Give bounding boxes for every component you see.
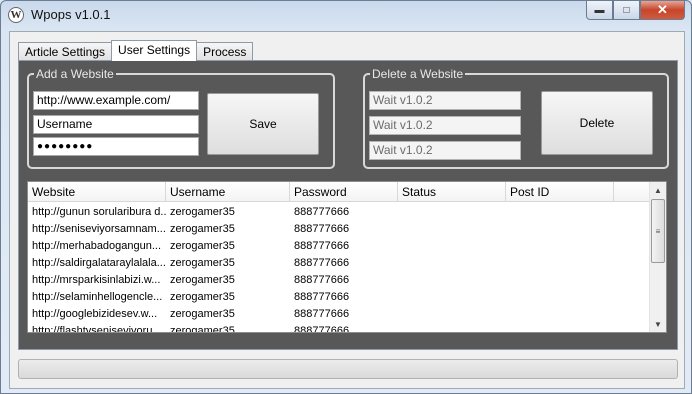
cell-username: zerogamer35 [170, 240, 235, 252]
delete-field-2: Wait v1.0.2 [369, 116, 521, 135]
cell-status [398, 204, 506, 221]
cell-username: zerogamer35 [170, 325, 235, 333]
username-input[interactable]: Username [33, 115, 199, 134]
client-area: Article Settings User Settings Process A… [9, 31, 685, 389]
scroll-up-icon[interactable]: ▲ [650, 182, 666, 198]
delete-website-group-label: Delete a Website [370, 67, 466, 81]
progress-bar [18, 359, 678, 379]
cell-password: 888777666 [294, 257, 350, 269]
websites-grid[interactable]: Website Username Password Status Post ID… [27, 181, 667, 333]
cell-password: 888777666 [294, 274, 350, 286]
close-icon: ✕ [657, 2, 668, 17]
save-button[interactable]: Save [207, 93, 319, 155]
cell-username: zerogamer35 [170, 274, 235, 286]
window-title: Wpops v1.0.1 [31, 7, 111, 22]
cell-username: zerogamer35 [170, 223, 235, 235]
grid-header: Website Username Password Status Post ID [28, 182, 650, 202]
delete-field-3: Wait v1.0.2 [369, 141, 521, 160]
cell-website: http://seniseviyorsamnam... [32, 223, 166, 235]
cell-website: http://gunun sorularibura d... [32, 206, 166, 218]
cell-post-id [506, 289, 614, 306]
tab-process[interactable]: Process [196, 42, 254, 61]
delete-button[interactable]: Delete [541, 91, 653, 155]
cell-post-id [506, 255, 614, 272]
cell-post-id [506, 221, 614, 238]
table-row[interactable]: http://selaminhellogencle... zerogamer35 8… [28, 289, 650, 306]
cell-username: zerogamer35 [170, 206, 235, 218]
column-header-website[interactable]: Website [28, 182, 166, 202]
maximize-button[interactable]: □ [613, 1, 640, 20]
cell-post-id [506, 238, 614, 255]
cell-status [398, 306, 506, 323]
cell-website: http://flashtyseniseviyoru... [32, 325, 162, 333]
cell-status [398, 323, 506, 332]
cell-password: 888777666 [294, 223, 350, 235]
scroll-grip-icon: ≡ [655, 226, 661, 236]
delete-field-1: Wait v1.0.2 [369, 91, 521, 110]
cell-post-id [506, 323, 614, 332]
cell-post-id [506, 306, 614, 323]
column-header-filler [614, 182, 650, 202]
close-button[interactable]: ✕ [640, 1, 685, 20]
cell-status [398, 238, 506, 255]
cell-post-id [506, 272, 614, 289]
scroll-thumb[interactable]: ≡ [651, 199, 665, 263]
scroll-down-icon[interactable]: ▼ [650, 316, 666, 332]
minimize-button[interactable]: ▬ [586, 1, 613, 20]
app-icon-glyph: W [10, 9, 22, 21]
cell-username: zerogamer35 [170, 257, 235, 269]
cell-username: zerogamer35 [170, 308, 235, 320]
cell-password: 888777666 [294, 325, 350, 333]
table-row[interactable]: http://mrsparkisinlabizi.w... zerogamer35… [28, 272, 650, 289]
tab-user-settings[interactable]: User Settings [111, 40, 198, 61]
cell-status [398, 289, 506, 306]
table-row[interactable]: http://merhabadogangun... zerogamer35 8887… [28, 238, 650, 255]
website-url-input[interactable]: http://www.example.com/ [33, 91, 199, 110]
column-header-password[interactable]: Password [290, 182, 398, 202]
cell-post-id [506, 204, 614, 221]
column-header-username[interactable]: Username [166, 182, 290, 202]
table-row[interactable]: http://googlebizidesev.w... zerogamer35 88… [28, 306, 650, 323]
wordpress-logo-icon: W [8, 7, 24, 23]
cell-website: http://googlebizidesev.w... [32, 308, 158, 320]
cell-status [398, 255, 506, 272]
title-bar[interactable]: W Wpops v1.0.1 ▬ □ ✕ [1, 1, 691, 29]
tab-strip: Article Settings User Settings Process [18, 40, 254, 61]
cell-password: 888777666 [294, 240, 350, 252]
tab-article-settings[interactable]: Article Settings [18, 42, 113, 61]
vertical-scrollbar[interactable]: ▲ ≡ ▼ [649, 182, 666, 332]
table-row[interactable]: http://seniseviyorsamnam... zerogamer35 88… [28, 221, 650, 238]
table-row[interactable]: http://saldirgalataraylalala... zerogamer… [28, 255, 650, 272]
password-input[interactable]: ●●●●●●●● [33, 137, 199, 156]
add-website-group: Add a Website http://www.example.com/ Us… [27, 67, 335, 169]
cell-website: http://saldirgalataraylalala... [32, 257, 166, 269]
table-row[interactable]: http://gunun sorularibura d... zerogamer3… [28, 204, 650, 221]
cell-password: 888777666 [294, 206, 350, 218]
add-website-group-label: Add a Website [34, 67, 116, 81]
table-row[interactable]: http://flashtyseniseviyoru... zerogamer35… [28, 323, 650, 333]
column-header-post-id[interactable]: Post ID [506, 182, 614, 202]
window-controls: ▬ □ ✕ [586, 1, 685, 20]
delete-website-group: Delete a Website Wait v1.0.2 Wait v1.0.2… [363, 67, 669, 169]
cell-website: http://mrsparkisinlabizi.w... [32, 274, 161, 286]
cell-username: zerogamer35 [170, 291, 235, 303]
maximize-icon: □ [623, 4, 630, 16]
cell-status [398, 272, 506, 289]
main-window: W Wpops v1.0.1 ▬ □ ✕ Article Settings Us… [0, 0, 692, 394]
column-header-status[interactable]: Status [398, 182, 506, 202]
cell-status [398, 221, 506, 238]
cell-password: 888777666 [294, 291, 350, 303]
cell-password: 888777666 [294, 308, 350, 320]
minimize-icon: ▬ [594, 4, 605, 16]
cell-website: http://merhabadogangun... [32, 240, 162, 252]
user-settings-page: Add a Website http://www.example.com/ Us… [18, 60, 678, 350]
grid-body: http://gunun sorularibura d... zerogamer3… [28, 204, 650, 333]
cell-website: http://selaminhellogencle... [32, 291, 163, 303]
